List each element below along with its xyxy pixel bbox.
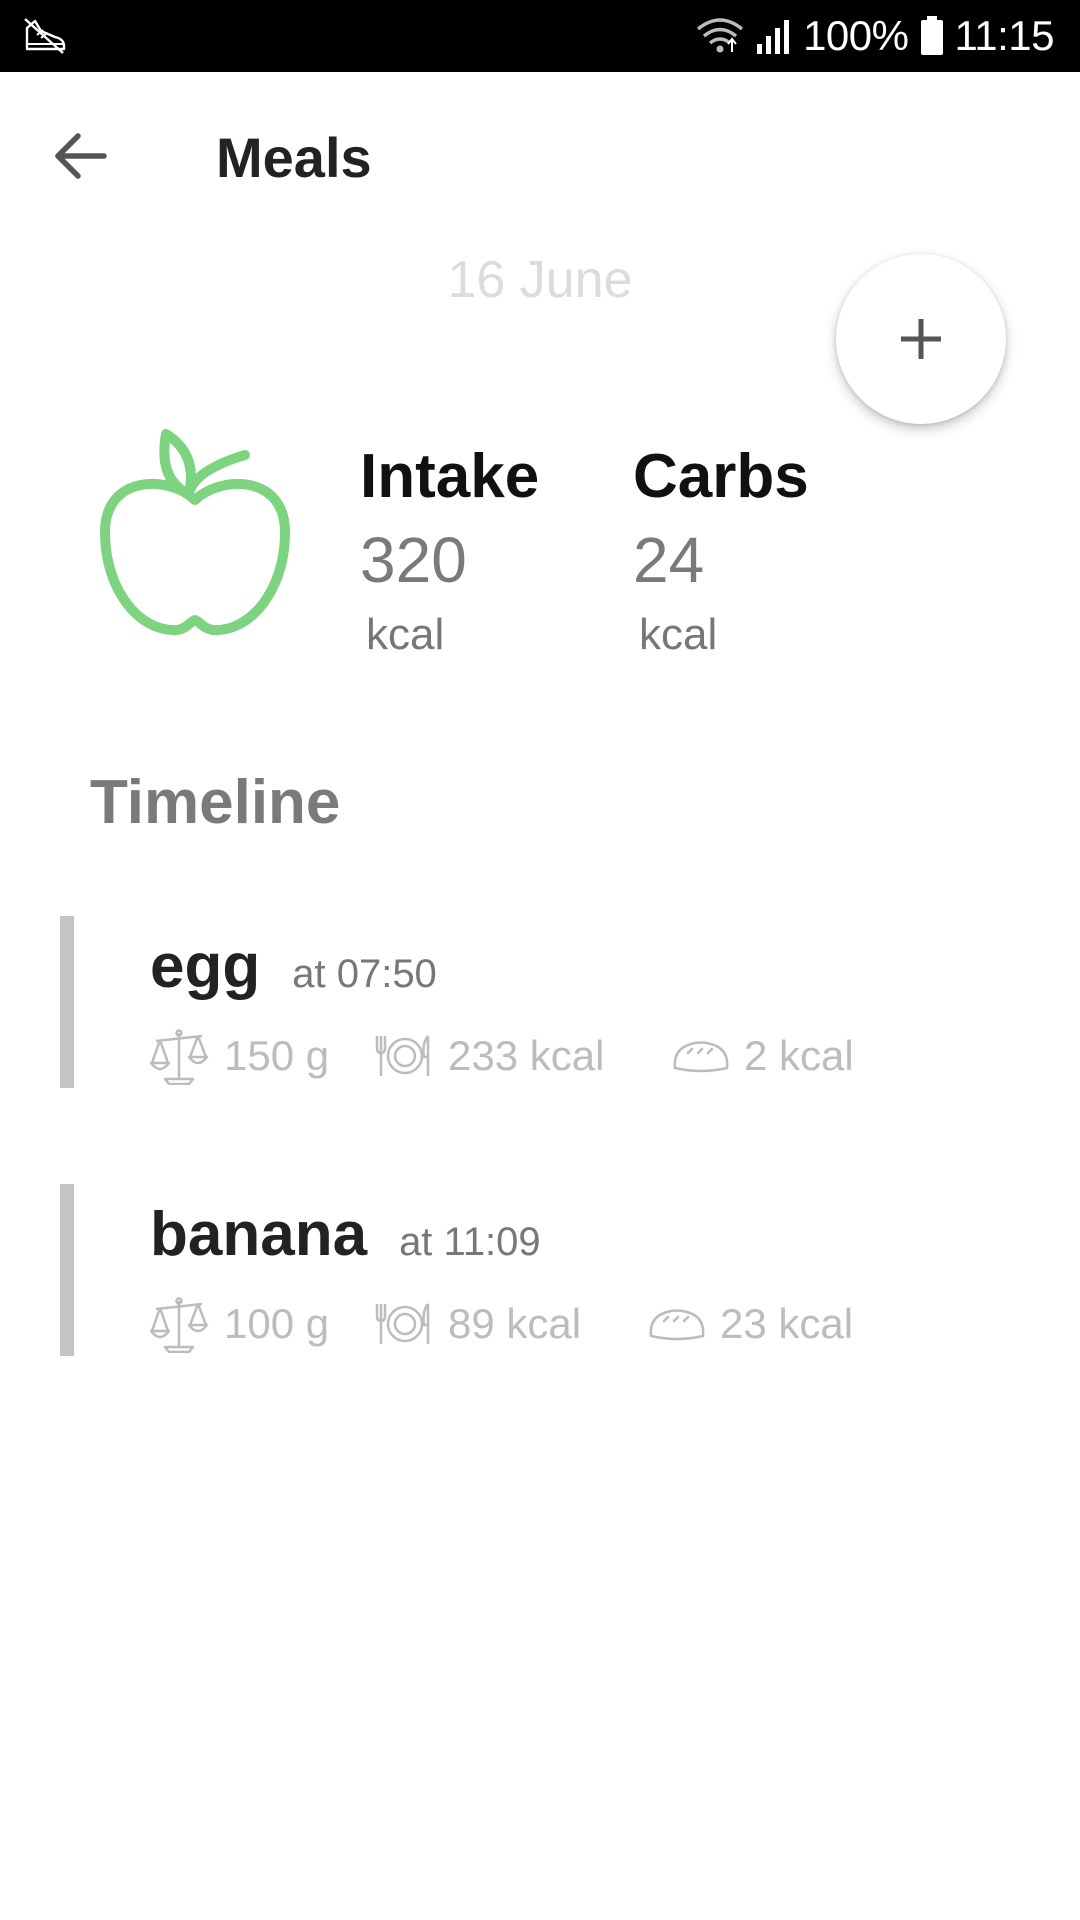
shoe-icon: [24, 18, 66, 54]
meal-calories: 89 kcal: [448, 1300, 582, 1347]
scale-icon: [149, 1029, 209, 1085]
meal-weight: 100 g: [224, 1300, 330, 1347]
carbs-label: Carbs: [633, 442, 809, 511]
bread-icon: [649, 1309, 705, 1341]
plate-icon: [375, 1303, 430, 1344]
battery-percent: 100%: [803, 12, 909, 59]
meal-item[interactable]: banana at 11:09 100 g 89 kcal 23 kcal: [60, 1184, 960, 1356]
intake-value: 320: [360, 524, 467, 596]
meal-carbs: 2 kcal: [744, 1032, 854, 1079]
meal-time: at 07:50: [292, 952, 437, 996]
scale-icon: [149, 1297, 209, 1353]
apple-icon: [99, 429, 291, 636]
carbs-stat: Carbs 24 kcal: [633, 440, 809, 662]
intake-stat: Intake 320 kcal: [360, 440, 539, 662]
meal-calories: 233 kcal: [448, 1032, 605, 1079]
page-title: Meals: [216, 126, 372, 189]
status-bar: 100% 11:15: [0, 0, 1080, 72]
meal-item[interactable]: egg at 07:50 150 g 233 kcal 2 kcal: [60, 916, 960, 1088]
battery-icon: [920, 16, 943, 55]
bread-icon: [673, 1041, 729, 1073]
intake-label: Intake: [360, 442, 540, 511]
meal-carbs: 23 kcal: [720, 1300, 854, 1347]
back-button[interactable]: [50, 124, 114, 188]
carbs-value: 24: [633, 524, 705, 596]
meal-name: egg: [150, 932, 261, 1001]
meal-name: banana: [150, 1200, 368, 1269]
plus-icon: [901, 319, 941, 359]
wifi-icon: [696, 18, 744, 53]
plate-icon: [375, 1035, 430, 1076]
meal-weight: 150 g: [224, 1032, 330, 1079]
carbs-unit: kcal: [639, 610, 718, 659]
timeline-title: Timeline: [90, 768, 341, 837]
add-meal-button[interactable]: [836, 254, 1006, 424]
arrow-left-icon: [55, 133, 107, 179]
timeline-bar: [60, 916, 74, 1088]
meals-screen: 100% 11:15 Meals 16 June Intake 320 kcal: [0, 0, 1080, 1920]
intake-unit: kcal: [366, 610, 445, 659]
meal-time: at 11:09: [399, 1220, 541, 1264]
clock: 11:15: [954, 12, 1055, 59]
timeline-bar: [60, 1184, 74, 1356]
signal-icon: [757, 20, 790, 54]
